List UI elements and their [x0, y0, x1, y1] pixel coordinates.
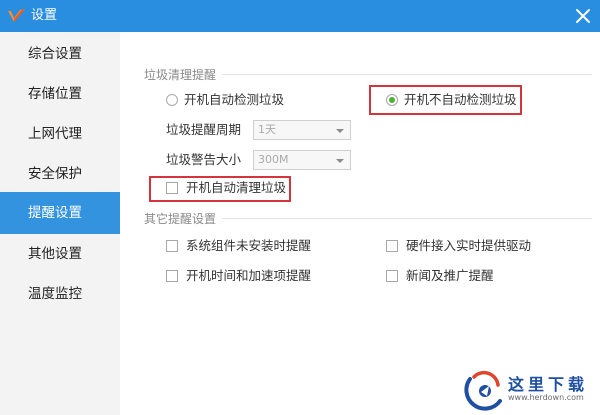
size-label: 垃圾警告大小 [166, 152, 242, 167]
sidebar-item-storage[interactable]: 存储位置 [0, 74, 120, 114]
radio-no-auto-detect[interactable]: 开机不自动检测垃圾 [386, 92, 517, 108]
checkbox-hardware-driver-label: 硬件接入实时提供驱动 [406, 238, 532, 253]
sidebar-item-other[interactable]: 其他设置 [0, 234, 120, 274]
size-select[interactable]: 300M [253, 150, 351, 170]
title-bar: 设置 [0, 0, 600, 32]
checkbox[interactable] [166, 240, 178, 252]
close-icon[interactable] [574, 7, 592, 25]
watermark-logo-icon [464, 370, 502, 411]
radio-button-checked[interactable] [386, 94, 398, 106]
radio-button[interactable] [166, 94, 178, 106]
watermark-url: www.herdown.com [508, 393, 584, 402]
checkbox-news-promo[interactable]: 新闻及推广提醒 [386, 268, 494, 284]
period-select-value: 1天 [258, 123, 276, 136]
trash-reminder-section-title: 垃圾清理提醒 [144, 68, 217, 82]
chevron-down-icon [336, 159, 344, 163]
sidebar-item-temperature[interactable]: 温度监控 [0, 274, 120, 314]
sidebar-item-proxy[interactable]: 上网代理 [0, 114, 120, 154]
chevron-down-icon [336, 129, 344, 133]
window-title: 设置 [31, 8, 58, 23]
settings-panel: 垃圾清理提醒 开机自动检测垃圾 开机不自动检测垃圾 垃圾提醒周期 1天 垃圾警告… [120, 32, 600, 415]
checkbox-boot-time-label: 开机时间和加速项提醒 [186, 268, 312, 283]
checkbox-boot-time[interactable]: 开机时间和加速项提醒 [166, 268, 311, 284]
checkbox-auto-clean-label: 开机自动清理垃圾 [186, 180, 287, 195]
other-reminder-section-title: 其它提醒设置 [144, 212, 217, 226]
checkbox-hardware-driver[interactable]: 硬件接入实时提供驱动 [386, 238, 531, 254]
checkbox[interactable] [386, 240, 398, 252]
app-logo-icon [8, 9, 25, 22]
watermark-brand: 这里下载 [508, 375, 589, 394]
period-select[interactable]: 1天 [253, 120, 351, 140]
radio-no-auto-detect-label: 开机不自动检测垃圾 [404, 92, 517, 107]
watermark: 这里下载 www.herdown.com [464, 369, 594, 411]
section-divider [222, 218, 592, 219]
radio-auto-detect[interactable]: 开机自动检测垃圾 [166, 92, 284, 108]
size-select-value: 300M [258, 153, 289, 166]
checkbox-auto-clean[interactable]: 开机自动清理垃圾 [166, 180, 286, 196]
sidebar: 综合设置 存储位置 上网代理 安全保护 提醒设置 其他设置 温度监控 [0, 32, 120, 415]
radio-auto-detect-label: 开机自动检测垃圾 [184, 92, 285, 107]
checkbox[interactable] [386, 270, 398, 282]
checkbox[interactable] [166, 182, 178, 194]
period-label: 垃圾提醒周期 [166, 122, 242, 137]
sidebar-item-general[interactable]: 综合设置 [0, 34, 120, 74]
sidebar-item-security[interactable]: 安全保护 [0, 154, 120, 194]
checkbox-component-missing[interactable]: 系统组件未安装时提醒 [166, 238, 311, 254]
checkbox[interactable] [166, 270, 178, 282]
sidebar-item-reminder[interactable]: 提醒设置 [0, 192, 120, 234]
section-divider [222, 74, 592, 75]
checkbox-news-promo-label: 新闻及推广提醒 [406, 268, 494, 283]
checkbox-component-missing-label: 系统组件未安装时提醒 [186, 238, 312, 253]
